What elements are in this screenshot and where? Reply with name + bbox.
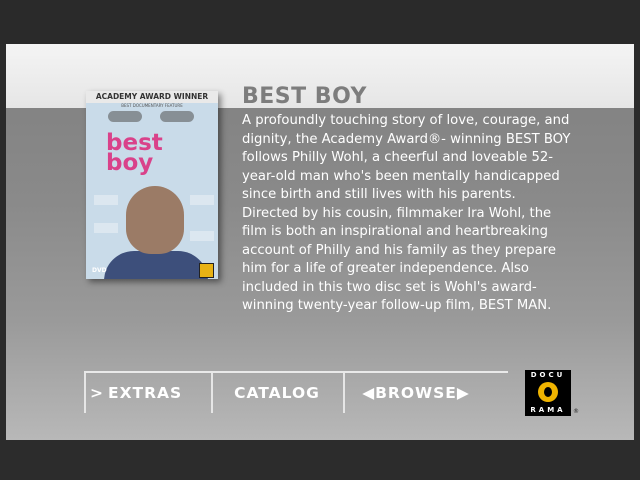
letterbox-top (0, 0, 640, 44)
nav-divider (84, 373, 86, 413)
docurama-logo: DOCU RAMA (525, 370, 571, 416)
logo-text-top: DOCU (530, 371, 566, 379)
movie-description: A profoundly touching story of love, cou… (242, 113, 571, 313)
catalog-label: CATALOG (234, 384, 320, 402)
extras-button[interactable]: > EXTRAS (90, 373, 208, 413)
cover-portrait-shirt (104, 251, 208, 279)
letterbox-bottom (0, 440, 640, 480)
nav-divider (343, 373, 345, 413)
laurel-icon (160, 111, 194, 122)
logo-text-bottom: RAMA (530, 406, 566, 414)
registered-mark: ® (573, 408, 579, 415)
cover-quote (94, 195, 118, 205)
cover-title-line: boy (106, 150, 154, 176)
browse-label: BROWSE (375, 384, 457, 402)
movie-title: BEST BOY (242, 84, 367, 109)
menu-screen: ACADEMY AWARD WINNER BEST DOCUMENTARY FE… (6, 44, 634, 440)
cover-title: best boy (106, 132, 163, 176)
cover-quote (94, 223, 118, 233)
cover-publisher-logo (199, 263, 214, 278)
arrow-right-icon: ▶ (456, 384, 470, 402)
logo-circle-icon (538, 382, 558, 402)
catalog-button[interactable]: CATALOG (214, 373, 340, 413)
arrow-left-icon: ◀ (362, 384, 376, 402)
dvd-format-label: DVD (92, 267, 107, 274)
browse-button[interactable]: ◀BROWSE▶ (346, 373, 486, 413)
cover-award-subtext: BEST DOCUMENTARY FEATURE (121, 103, 183, 108)
cover-quote (190, 195, 214, 205)
extras-label: EXTRAS (108, 384, 183, 402)
nav-divider (211, 373, 213, 413)
selection-arrow-icon: > (90, 384, 104, 402)
cover-quote (190, 231, 214, 241)
cover-portrait-face (126, 186, 184, 254)
laurel-icon (108, 111, 142, 122)
cover-award-text: ACADEMY AWARD WINNER (95, 92, 209, 101)
dvd-cover-image: ACADEMY AWARD WINNER BEST DOCUMENTARY FE… (86, 91, 218, 279)
